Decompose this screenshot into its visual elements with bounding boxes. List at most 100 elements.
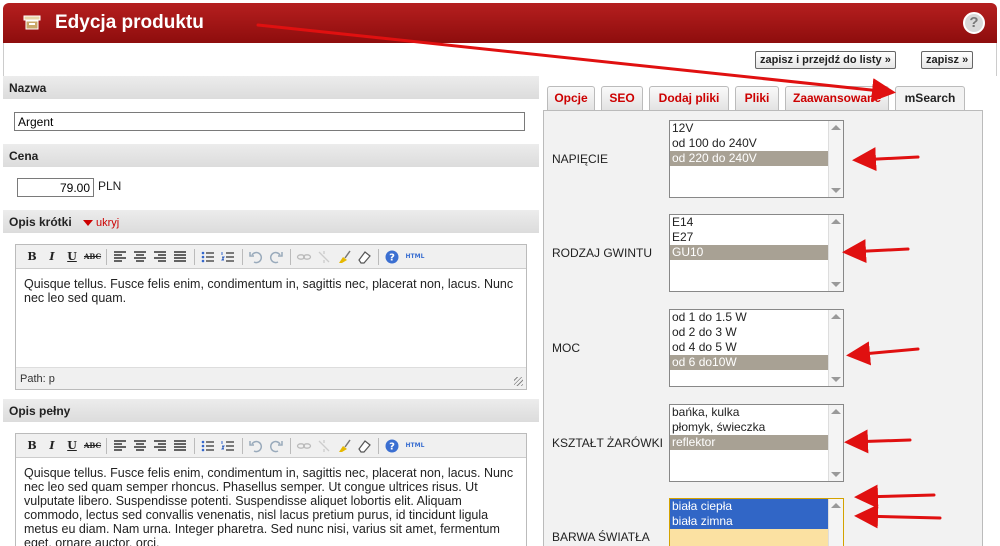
scroll-up-icon[interactable] xyxy=(831,219,841,224)
price-input[interactable] xyxy=(17,178,94,197)
ksztalt-select[interactable]: bańka, kulka płomyk, świeczka reflektor xyxy=(669,404,844,482)
scroll-up-icon[interactable] xyxy=(831,409,841,414)
scroll-down-icon[interactable] xyxy=(831,377,841,382)
list-item[interactable]: biała zimna xyxy=(670,514,828,529)
list-item[interactable]: od 100 do 240V xyxy=(670,136,828,151)
italic-button[interactable]: I xyxy=(44,249,60,265)
redo-icon[interactable] xyxy=(268,249,284,265)
numbered-list-icon[interactable] xyxy=(220,249,236,265)
undo-icon[interactable] xyxy=(248,438,264,454)
napiecie-label: NAPIĘCIE xyxy=(552,152,609,166)
align-center-icon[interactable] xyxy=(132,249,148,265)
html-source-button[interactable]: HTML xyxy=(404,249,426,265)
list-item[interactable]: bańka, kulka xyxy=(670,405,828,420)
align-right-icon[interactable] xyxy=(152,438,168,454)
numbered-list-icon[interactable] xyxy=(220,438,236,454)
help-editor-icon[interactable]: ? xyxy=(384,249,400,265)
options-panel: Opcje SEO Dodaj pliki Pliki Zaawansowane… xyxy=(543,76,997,546)
help-icon[interactable]: ? xyxy=(963,12,985,34)
help-editor-icon[interactable]: ? xyxy=(384,438,400,454)
triangle-down-icon xyxy=(83,220,94,227)
align-center-icon[interactable] xyxy=(132,438,148,454)
bullet-list-icon[interactable] xyxy=(200,249,216,265)
eraser-icon[interactable] xyxy=(356,249,372,265)
name-section-header: Nazwa xyxy=(3,76,539,99)
scroll-up-icon[interactable] xyxy=(831,503,841,508)
align-justify-icon[interactable] xyxy=(172,249,188,265)
list-item[interactable]: od 4 do 5 W xyxy=(670,340,828,355)
bullet-list-icon[interactable] xyxy=(200,438,216,454)
hide-toggle[interactable]: ukryj xyxy=(83,217,119,229)
short-desc-label: Opis krótki xyxy=(9,215,72,229)
link-icon[interactable] xyxy=(296,438,312,454)
cleanup-brush-icon[interactable] xyxy=(336,249,352,265)
list-item[interactable]: płomyk, świeczka xyxy=(670,420,828,435)
gwint-select[interactable]: E14 E27 GU10 xyxy=(669,214,844,292)
tab-bar: Opcje SEO Dodaj pliki Pliki Zaawansowane… xyxy=(543,86,983,111)
scrollbar[interactable] xyxy=(828,310,843,386)
align-justify-icon[interactable] xyxy=(172,438,188,454)
tab-zaawansowane[interactable]: Zaawansowane xyxy=(785,86,889,110)
align-left-icon[interactable] xyxy=(112,438,128,454)
tab-seo[interactable]: SEO xyxy=(601,86,643,110)
link-icon[interactable] xyxy=(296,249,312,265)
scroll-down-icon[interactable] xyxy=(831,282,841,287)
tab-dodaj-pliki[interactable]: Dodaj pliki xyxy=(649,86,729,110)
italic-button[interactable]: I xyxy=(44,438,60,454)
redo-icon[interactable] xyxy=(268,438,284,454)
product-form: Nazwa Cena PLN Opis krótki ukryj B I U A… xyxy=(3,76,539,546)
bold-button[interactable]: B xyxy=(24,438,40,454)
strikethrough-button[interactable]: ABC xyxy=(84,249,101,265)
tab-opcje[interactable]: Opcje xyxy=(547,86,595,110)
scroll-down-icon[interactable] xyxy=(831,472,841,477)
save-and-list-button[interactable]: zapisz i przejdź do listy » xyxy=(755,51,896,69)
list-item[interactable]: E14 xyxy=(670,215,828,230)
list-item[interactable]: GU10 xyxy=(670,245,828,260)
scrollbar[interactable] xyxy=(828,499,843,546)
align-left-icon[interactable] xyxy=(112,249,128,265)
bold-button[interactable]: B xyxy=(24,249,40,265)
list-item[interactable]: E27 xyxy=(670,230,828,245)
list-item[interactable]: reflektor xyxy=(670,435,828,450)
cleanup-brush-icon[interactable] xyxy=(336,438,352,454)
gwint-label: RODZAJ GWINTU xyxy=(552,246,652,260)
list-item[interactable]: od 6 do10W xyxy=(670,355,828,370)
scroll-down-icon[interactable] xyxy=(831,188,841,193)
barwa-select[interactable]: biała ciepła biała zimna xyxy=(669,498,844,546)
full-desc-content[interactable]: Quisque tellus. Fusce felis enim, condim… xyxy=(16,458,526,546)
unlink-icon[interactable] xyxy=(316,438,332,454)
napiecie-select[interactable]: 12V od 100 do 240V od 220 do 240V xyxy=(669,120,844,198)
list-item[interactable]: od 220 do 240V xyxy=(670,151,828,166)
svg-text:?: ? xyxy=(389,253,395,264)
scrollbar[interactable] xyxy=(828,121,843,197)
scrollbar[interactable] xyxy=(828,215,843,291)
scroll-up-icon[interactable] xyxy=(831,125,841,130)
scroll-up-icon[interactable] xyxy=(831,314,841,319)
short-desc-content[interactable]: Quisque tellus. Fusce felis enim, condim… xyxy=(16,269,526,367)
strikethrough-button[interactable]: ABC xyxy=(84,438,101,454)
full-desc-section-header: Opis pełny xyxy=(3,399,539,422)
tab-msearch[interactable]: mSearch xyxy=(895,86,965,111)
underline-button[interactable]: U xyxy=(64,249,80,265)
html-source-button[interactable]: HTML xyxy=(404,438,426,454)
resize-grip-icon[interactable] xyxy=(514,377,523,386)
align-right-icon[interactable] xyxy=(152,249,168,265)
list-item[interactable]: biała ciepła xyxy=(670,499,828,514)
price-section-header: Cena xyxy=(3,144,539,167)
price-label: Cena xyxy=(9,149,39,163)
tab-pliki[interactable]: Pliki xyxy=(735,86,779,110)
eraser-icon[interactable] xyxy=(356,438,372,454)
moc-label: MOC xyxy=(552,341,580,355)
unlink-icon[interactable] xyxy=(316,249,332,265)
hide-toggle-label: ukryj xyxy=(96,217,120,229)
moc-select[interactable]: od 1 do 1.5 W od 2 do 3 W od 4 do 5 W od… xyxy=(669,309,844,387)
underline-button[interactable]: U xyxy=(64,438,80,454)
list-item[interactable]: od 1 do 1.5 W xyxy=(670,310,828,325)
name-input[interactable] xyxy=(14,112,525,131)
list-item[interactable]: od 2 do 3 W xyxy=(670,325,828,340)
save-button[interactable]: zapisz » xyxy=(921,51,974,69)
undo-icon[interactable] xyxy=(248,249,264,265)
list-item[interactable]: 12V xyxy=(670,121,828,136)
short-desc-editor: B I U ABC ? HTML Quisque tellus. Fusce f… xyxy=(15,244,527,390)
scrollbar[interactable] xyxy=(828,405,843,481)
